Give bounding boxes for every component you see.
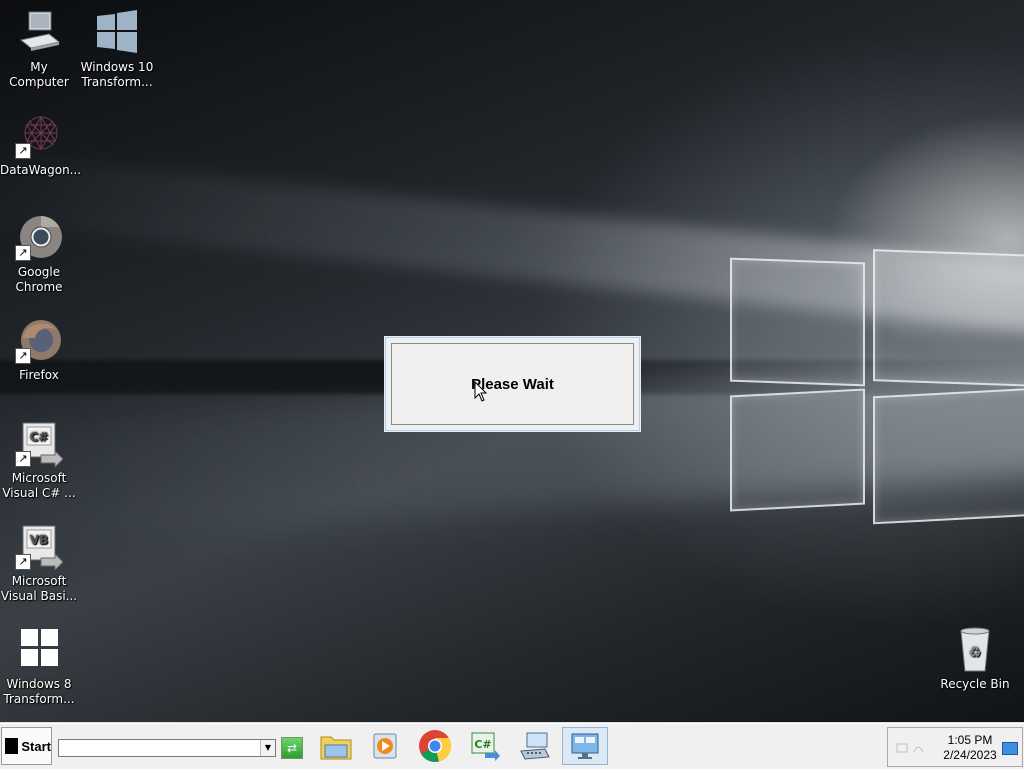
desktop-icon-visual-basic[interactable]: VB ↗ Microsoft Visual Basi... xyxy=(0,522,78,604)
desktop-icon-label: Firefox xyxy=(19,368,59,382)
dropdown-arrow-icon[interactable]: ▼ xyxy=(260,740,275,756)
desktop-icon-google-chrome[interactable]: ↗ Google Chrome xyxy=(0,213,78,295)
taskbar-keyboard-settings[interactable] xyxy=(512,727,558,765)
computer-icon xyxy=(15,8,63,56)
windows-logo-icon xyxy=(15,625,63,673)
mouse-cursor-icon xyxy=(474,381,488,402)
wallpaper-logo-pane xyxy=(730,388,865,512)
clock-time: 1:05 PM xyxy=(947,733,993,747)
taskbar: Start ▼ ⇄ C# 1:05 PM 2/24/2023 xyxy=(0,723,1024,769)
start-label: Start xyxy=(21,738,51,754)
csharp-project-icon: C# ↗ xyxy=(15,419,64,469)
wallpaper-light-beam xyxy=(0,150,1024,335)
address-combobox[interactable]: ▼ xyxy=(58,739,276,757)
taskbar-chrome[interactable] xyxy=(412,727,458,765)
clock-date: 2/24/2023 xyxy=(943,748,997,762)
desktop-icon-label: Microsoft Visual Basi... xyxy=(0,574,78,603)
dialog-panel: Please Wait xyxy=(391,343,634,425)
wallpaper-logo-pane xyxy=(873,387,1024,525)
desktop-icon-datawagon[interactable]: ↗ DataWagon... xyxy=(0,111,82,178)
shortcut-arrow-icon: ↗ xyxy=(15,348,31,364)
media-player-icon xyxy=(373,733,397,759)
keyboard-monitor-icon xyxy=(520,732,550,760)
wallpaper-logo-pane xyxy=(873,249,1024,387)
desktop-icon-visual-csharp[interactable]: C# ↗ Microsoft Visual C# ... xyxy=(0,419,78,501)
desktop-icon-label: Microsoft Visual C# ... xyxy=(2,471,76,500)
refresh-arrows-icon: ⇄ xyxy=(286,741,298,755)
vb-project-icon: VB ↗ xyxy=(15,522,64,572)
desktop-icon-recycle-bin[interactable]: ♻ Recycle Bin xyxy=(936,625,1014,692)
shortcut-arrow-icon: ↗ xyxy=(15,554,31,570)
show-desktop-monitor-icon[interactable] xyxy=(1002,742,1018,755)
desktop-icon-label: My Computer xyxy=(9,60,69,89)
shortcut-arrow-icon: ↗ xyxy=(15,245,31,261)
wallpaper-logo-pane xyxy=(730,257,865,387)
firefox-icon: ↗ xyxy=(15,316,63,364)
desktop-icon-windows-10-transform[interactable]: Windows 10 Transform... xyxy=(78,8,156,90)
notification-area: 1:05 PM 2/24/2023 xyxy=(887,727,1023,767)
svg-text:C#: C# xyxy=(474,738,491,751)
desktop-icon-label: DataWagon... xyxy=(0,163,82,177)
tray-faint-icons xyxy=(896,743,924,753)
windows-logo-icon xyxy=(93,8,141,56)
chrome-icon: ↗ xyxy=(15,213,63,261)
desktop-icon-my-computer[interactable]: My Computer xyxy=(0,8,78,90)
csharp-icon: C# xyxy=(471,732,500,761)
desktop-icon-windows-8-transform[interactable]: Windows 8 Transform... xyxy=(0,625,78,707)
desktop-icon-label: Recycle Bin xyxy=(940,677,1010,691)
shortcut-arrow-icon: ↗ xyxy=(15,143,31,159)
please-wait-dialog: Please Wait xyxy=(385,337,640,431)
start-button[interactable]: Start xyxy=(1,727,52,765)
desktop-icon-label: Windows 10 Transform... xyxy=(80,60,154,89)
taskbar-remote-desktop[interactable] xyxy=(562,727,608,765)
taskbar-file-explorer[interactable] xyxy=(313,727,359,765)
go-button[interactable]: ⇄ xyxy=(281,737,303,759)
start-square-icon xyxy=(5,738,19,754)
shortcut-arrow-icon: ↗ xyxy=(15,451,31,467)
desktop-icon-label: Windows 8 Transform... xyxy=(3,677,75,706)
taskbar-visual-csharp[interactable]: C# xyxy=(462,727,508,765)
datawagon-icon: ↗ xyxy=(15,111,63,159)
svg-text:♻: ♻ xyxy=(969,645,982,661)
clock[interactable]: 1:05 PM 2/24/2023 xyxy=(928,733,1012,763)
remote-desktop-icon xyxy=(571,733,599,759)
recycle-bin-icon: ♻ xyxy=(951,625,999,673)
file-explorer-icon xyxy=(320,736,352,760)
taskbar-media-player[interactable] xyxy=(362,727,408,765)
svg-text:VB: VB xyxy=(30,533,48,547)
chrome-icon xyxy=(419,730,452,763)
desktop-icon-firefox[interactable]: ↗ Firefox xyxy=(0,316,78,383)
desktop-icon-label: Google Chrome xyxy=(15,265,63,294)
svg-text:C#: C# xyxy=(30,430,49,444)
